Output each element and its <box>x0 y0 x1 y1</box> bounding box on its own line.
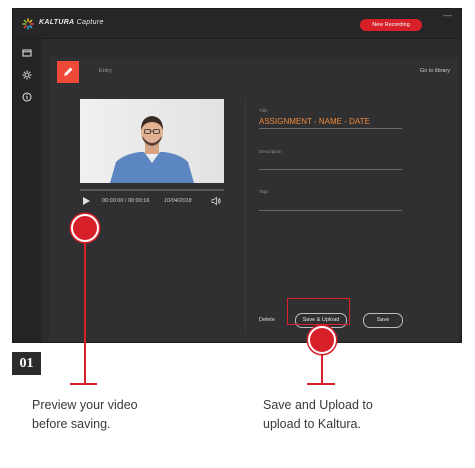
info-icon[interactable] <box>21 91 33 103</box>
step-number-badge: 01 <box>12 352 41 375</box>
title-field[interactable]: ASSIGNMENT - NAME - DATE <box>259 117 370 126</box>
tags-underline <box>259 210 402 211</box>
tags-label: Tags <box>259 189 269 194</box>
preview-marker <box>71 214 99 242</box>
go-to-library-link[interactable]: Go to library <box>420 68 450 74</box>
playback-time: 00:00:00 / 00:00:16 <box>102 198 150 204</box>
entry-header: Entry Go to library <box>49 57 458 87</box>
play-icon[interactable] <box>83 197 90 205</box>
brand-name: KALTURA <box>39 19 75 26</box>
title-label: Title <box>259 108 268 113</box>
volume-icon[interactable] <box>211 196 221 206</box>
brand-suffix: Capture <box>76 19 104 26</box>
new-recording-button[interactable]: New Recording <box>360 19 422 31</box>
delete-button[interactable]: Delete <box>259 317 275 323</box>
title-bar: KALTURA Capture New Recording — <box>13 9 461 39</box>
recording-date: 10/04/2018 <box>164 198 192 204</box>
entry-panel: Entry Go to library 00:00:00 / 00:00:16 … <box>49 57 458 342</box>
save-upload-caption-line-2: upload to Kaltura. <box>263 417 361 431</box>
save-button[interactable]: Save <box>363 313 403 328</box>
video-progress-bar[interactable] <box>80 189 224 191</box>
save-upload-caption: Save and Upload to upload to Kaltura. <box>263 396 373 434</box>
title-underline <box>259 128 402 129</box>
entry-title-label: Entry <box>99 68 112 74</box>
save-upload-highlight <box>287 298 350 325</box>
save-upload-marker <box>308 326 336 354</box>
preview-callout-foot <box>70 383 97 385</box>
save-upload-caption-line-1: Save and Upload to <box>263 398 373 412</box>
save-upload-callout-foot <box>307 383 335 385</box>
sidebar <box>13 39 41 342</box>
kaltura-capture-window: KALTURA Capture New Recording — Entry Go… <box>12 8 462 343</box>
description-underline <box>259 169 402 170</box>
settings-icon[interactable] <box>21 69 33 81</box>
panel-divider <box>245 99 246 334</box>
preview-caption-line-1: Preview your video <box>32 398 138 412</box>
app-brand: KALTURA Capture <box>39 19 104 26</box>
preview-caption-line-2: before saving. <box>32 417 111 431</box>
library-icon[interactable] <box>21 47 33 59</box>
description-label: Description <box>259 149 282 154</box>
preview-caption: Preview your video before saving. <box>32 396 138 434</box>
minimize-button[interactable]: — <box>443 10 452 20</box>
save-upload-callout-line <box>321 354 323 384</box>
kaltura-logo-icon <box>22 18 34 30</box>
video-preview[interactable] <box>80 99 224 183</box>
preview-callout-line <box>84 242 86 384</box>
edit-pencil-icon[interactable] <box>57 61 79 83</box>
